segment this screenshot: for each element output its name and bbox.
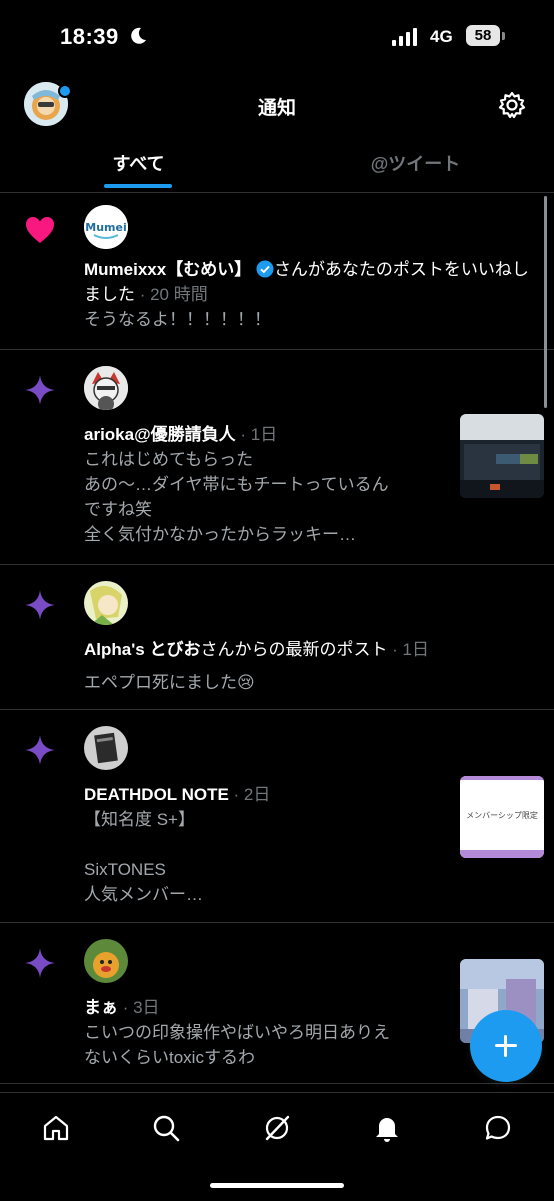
network-label: 4G (430, 27, 453, 46)
post-snippet-line: 人気メンバー… (84, 885, 203, 904)
notification-body: まぁ · 3日 こいつの印象操作やばいやろ明日ありえ ないくらいtoxicするわ (84, 995, 450, 1070)
verified-badge-icon (256, 260, 274, 278)
post-snippet-line: ないくらいtoxicするわ (84, 1048, 255, 1067)
notification-item[interactable]: まぁ · 3日 こいつの印象操作やばいやろ明日ありえ ないくらいtoxicするわ (0, 923, 554, 1084)
signal-icon (392, 28, 417, 46)
timestamp: · 3日 (118, 998, 160, 1017)
avatar[interactable] (84, 939, 128, 983)
bell-icon[interactable] (372, 1113, 402, 1143)
page-title: 通知 (257, 98, 296, 119)
notification-body: arioka@優勝請負人 · 1日 これはじめてもらった あの〜…ダイヤ帯にもチ… (84, 422, 450, 547)
avatar[interactable]: Mumei (84, 205, 128, 249)
message-icon[interactable] (483, 1113, 513, 1143)
user-name[interactable]: DEATHDOL NOTE (84, 785, 229, 804)
sparkle-icon (25, 948, 55, 978)
home-indicator (210, 1183, 344, 1188)
post-thumbnail[interactable]: メンバーシップ限定 (460, 776, 544, 858)
battery-cap (502, 32, 505, 40)
tab-bar: すべて @ツイート (0, 140, 554, 193)
notification-body: DEATHDOL NOTE · 2日 【知名度 S+】 SixTONES 人気メ… (84, 782, 450, 907)
avatar[interactable] (84, 726, 128, 770)
compose-button[interactable] (470, 1010, 542, 1082)
notification-body: Mumeixxx【むめい】 さんがあなたのポストをいいねしました · 20 時間… (84, 257, 530, 332)
timestamp: · 1日 (235, 425, 278, 444)
notification-body: Alpha's とびおさんからの最新のポスト · 1日 エペプロ死にました😢 (84, 637, 530, 695)
post-snippet: エペプロ死にました😢 (84, 673, 255, 692)
notification-item[interactable]: arioka@優勝請負人 · 1日 これはじめてもらった あの〜…ダイヤ帯にもチ… (0, 350, 554, 565)
tab-mentions[interactable]: @ツイート (277, 150, 554, 176)
active-tab-indicator (104, 184, 172, 188)
post-thumbnail[interactable] (460, 414, 544, 498)
post-snippet-line: こいつの印象操作やばいやろ明日ありえ (84, 1023, 390, 1042)
post-snippet: そうなるよ！！！！！！ (84, 310, 271, 329)
timestamp: · 1日 (387, 640, 430, 659)
user-name[interactable]: Mumeixxx【むめい】 (84, 260, 251, 279)
moon-icon (131, 27, 146, 44)
notification-item[interactable]: Mumei Mumeixxx【むめい】 さんがあなたのポストをいいねしました ·… (0, 193, 554, 350)
timestamp: · 2日 (228, 785, 271, 804)
sparkle-icon (25, 375, 55, 405)
notification-item[interactable]: DEATHDOL NOTE · 2日 【知名度 S+】 SixTONES 人気メ… (0, 710, 554, 923)
grok-icon[interactable] (262, 1113, 292, 1143)
avatar[interactable] (84, 581, 128, 625)
post-snippet-line: SixTONES (84, 860, 166, 879)
post-snippet-line: 【知名度 S+】 (84, 810, 195, 829)
avatar[interactable] (84, 366, 128, 410)
post-snippet-line: これはじめてもらった (84, 450, 254, 469)
post-snippet-line: ですね笑 (84, 500, 152, 519)
post-snippet-line (84, 832, 450, 857)
header: 通知 (0, 78, 554, 134)
avatar-logo-text: Mumei (85, 221, 126, 234)
search-icon[interactable] (151, 1113, 181, 1143)
thumbnail-label: メンバーシップ限定 (466, 811, 538, 820)
timestamp: · 20 時間 (135, 285, 208, 304)
battery-icon: 58 (466, 25, 500, 46)
tab-all[interactable]: すべて (0, 150, 277, 176)
sparkle-icon (25, 590, 55, 620)
user-name[interactable]: まぁ (84, 998, 118, 1017)
user-name[interactable]: arioka@優勝請負人 (84, 425, 236, 444)
notification-item[interactable]: Alpha's とびおさんからの最新のポスト · 1日 エペプロ死にました😢 (0, 565, 554, 710)
scrollbar[interactable] (544, 196, 547, 408)
user-name[interactable]: Alpha's とびお (84, 640, 200, 659)
gear-icon[interactable] (497, 90, 527, 120)
status-bar: 18:39 4G 58 (0, 0, 554, 74)
action-text: さんからの最新のポスト (200, 640, 388, 659)
sparkle-icon (25, 735, 55, 765)
post-snippet-line: 全く気付かなかったからラッキー… (84, 525, 356, 544)
status-time: 18:39 (60, 24, 119, 49)
home-icon[interactable] (41, 1113, 71, 1143)
post-snippet-line: あの〜…ダイヤ帯にもチートっているん (84, 475, 389, 494)
heart-icon (26, 217, 54, 243)
